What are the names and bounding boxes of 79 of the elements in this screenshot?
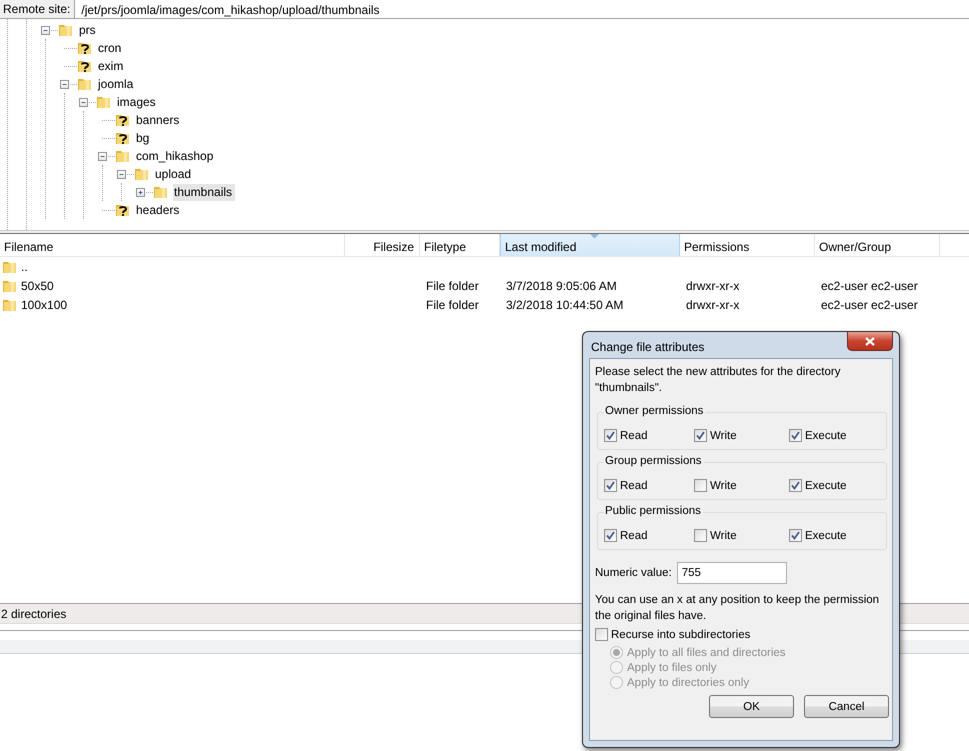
- tree-item[interactable]: com_hikashop: [135, 148, 216, 164]
- status-text: 2 directories: [1, 607, 66, 621]
- checkbox-label[interactable]: Execute: [805, 530, 847, 542]
- checkbox[interactable]: [595, 628, 608, 641]
- tree-item[interactable]: headers: [135, 202, 182, 218]
- collapse-icon[interactable]: [117, 170, 126, 178]
- folder-icon: [58, 22, 74, 38]
- tree-item[interactable]: cron: [97, 40, 124, 56]
- checkbox[interactable]: [694, 529, 707, 542]
- unknown-folder-icon: [115, 112, 131, 128]
- numeric-value-field[interactable]: 755: [676, 562, 787, 584]
- checkbox[interactable]: [694, 429, 707, 442]
- file-name[interactable]: 50x50: [21, 278, 54, 292]
- folder-icon: [96, 94, 112, 110]
- group-title: Owner permissions: [604, 405, 706, 417]
- folder-icon: [153, 184, 169, 200]
- checkbox[interactable]: [789, 479, 802, 492]
- group-title: Group permissions: [604, 455, 704, 467]
- folder-icon: [134, 166, 150, 182]
- checkbox-label[interactable]: Recurse into subdirectories: [611, 628, 750, 640]
- sort-arrow-icon: [590, 234, 599, 239]
- close-button[interactable]: [847, 332, 893, 351]
- checkbox-label[interactable]: Execute: [805, 430, 847, 442]
- tree-item[interactable]: banners: [135, 112, 182, 128]
- dialog-button[interactable]: Cancel: [804, 695, 889, 718]
- unknown-folder-icon: [77, 58, 93, 74]
- unknown-folder-icon: [115, 130, 131, 146]
- dialog-button[interactable]: OK: [709, 695, 794, 718]
- hint-text: You can use an x at any position to keep the permission the original files have.: [595, 593, 880, 624]
- tree-item[interactable]: thumbnails: [173, 184, 236, 200]
- folder-icon: [77, 76, 93, 92]
- table-cell: 3/7/2018 9:05:06 AM: [506, 278, 617, 292]
- column-header[interactable]: Filename: [0, 234, 345, 256]
- checkbox[interactable]: [604, 479, 617, 492]
- checkbox[interactable]: [604, 429, 617, 442]
- remote-site-label: Remote site:: [0, 0, 76, 18]
- group-title: Public permissions: [604, 505, 703, 517]
- tree-item[interactable]: bg: [135, 130, 152, 146]
- checkbox-label[interactable]: Write: [710, 530, 737, 542]
- table-cell: File folder: [426, 298, 479, 312]
- close-icon: [865, 336, 875, 346]
- column-header[interactable]: Filesize: [345, 234, 420, 256]
- table-cell: 3/2/2018 10:44:50 AM: [506, 298, 624, 312]
- dialog-title: Change file attributes: [590, 338, 704, 354]
- checkbox[interactable]: [789, 429, 802, 442]
- unknown-folder-icon: [77, 40, 93, 56]
- table-cell: ec2-user ec2-user: [821, 278, 918, 292]
- collapse-icon[interactable]: [41, 26, 50, 34]
- checkbox-label[interactable]: Read: [620, 480, 648, 492]
- column-header[interactable]: Permissions: [680, 234, 815, 256]
- file-name[interactable]: ..: [21, 260, 28, 274]
- collapse-icon[interactable]: [79, 98, 88, 106]
- tree-item[interactable]: images: [116, 94, 159, 110]
- table-cell: ec2-user ec2-user: [821, 298, 918, 312]
- tree-item[interactable]: joomla: [97, 76, 136, 92]
- numeric-value-label: Numeric value:: [595, 567, 672, 579]
- checkbox[interactable]: [604, 529, 617, 542]
- table-cell: drwxr-xr-x: [686, 278, 740, 292]
- tree-item[interactable]: exim: [97, 58, 126, 74]
- checkbox-label[interactable]: Read: [620, 530, 648, 542]
- checkbox[interactable]: [694, 479, 707, 492]
- collapse-icon[interactable]: [60, 80, 69, 88]
- table-cell: drwxr-xr-x: [686, 298, 740, 312]
- checkbox-label[interactable]: Write: [710, 480, 737, 492]
- dialog-message: Please select the new attributes for the directory "thumbnails".: [595, 365, 842, 396]
- checkbox-label[interactable]: Read: [620, 430, 648, 442]
- tree-item[interactable]: prs: [78, 22, 99, 38]
- column-header[interactable]: Last modified: [500, 234, 680, 256]
- collapse-icon[interactable]: [98, 152, 107, 160]
- table-cell: File folder: [426, 278, 479, 292]
- unknown-folder-icon: [115, 202, 131, 218]
- file-name[interactable]: 100x100: [21, 298, 68, 312]
- checkbox[interactable]: [789, 529, 802, 542]
- tree-item[interactable]: upload: [154, 166, 194, 182]
- expand-icon[interactable]: [136, 188, 145, 196]
- folder-icon: [115, 148, 131, 164]
- checkbox-label[interactable]: Write: [710, 430, 737, 442]
- checkbox-label[interactable]: Execute: [805, 480, 847, 492]
- column-header[interactable]: Owner/Group: [815, 234, 940, 256]
